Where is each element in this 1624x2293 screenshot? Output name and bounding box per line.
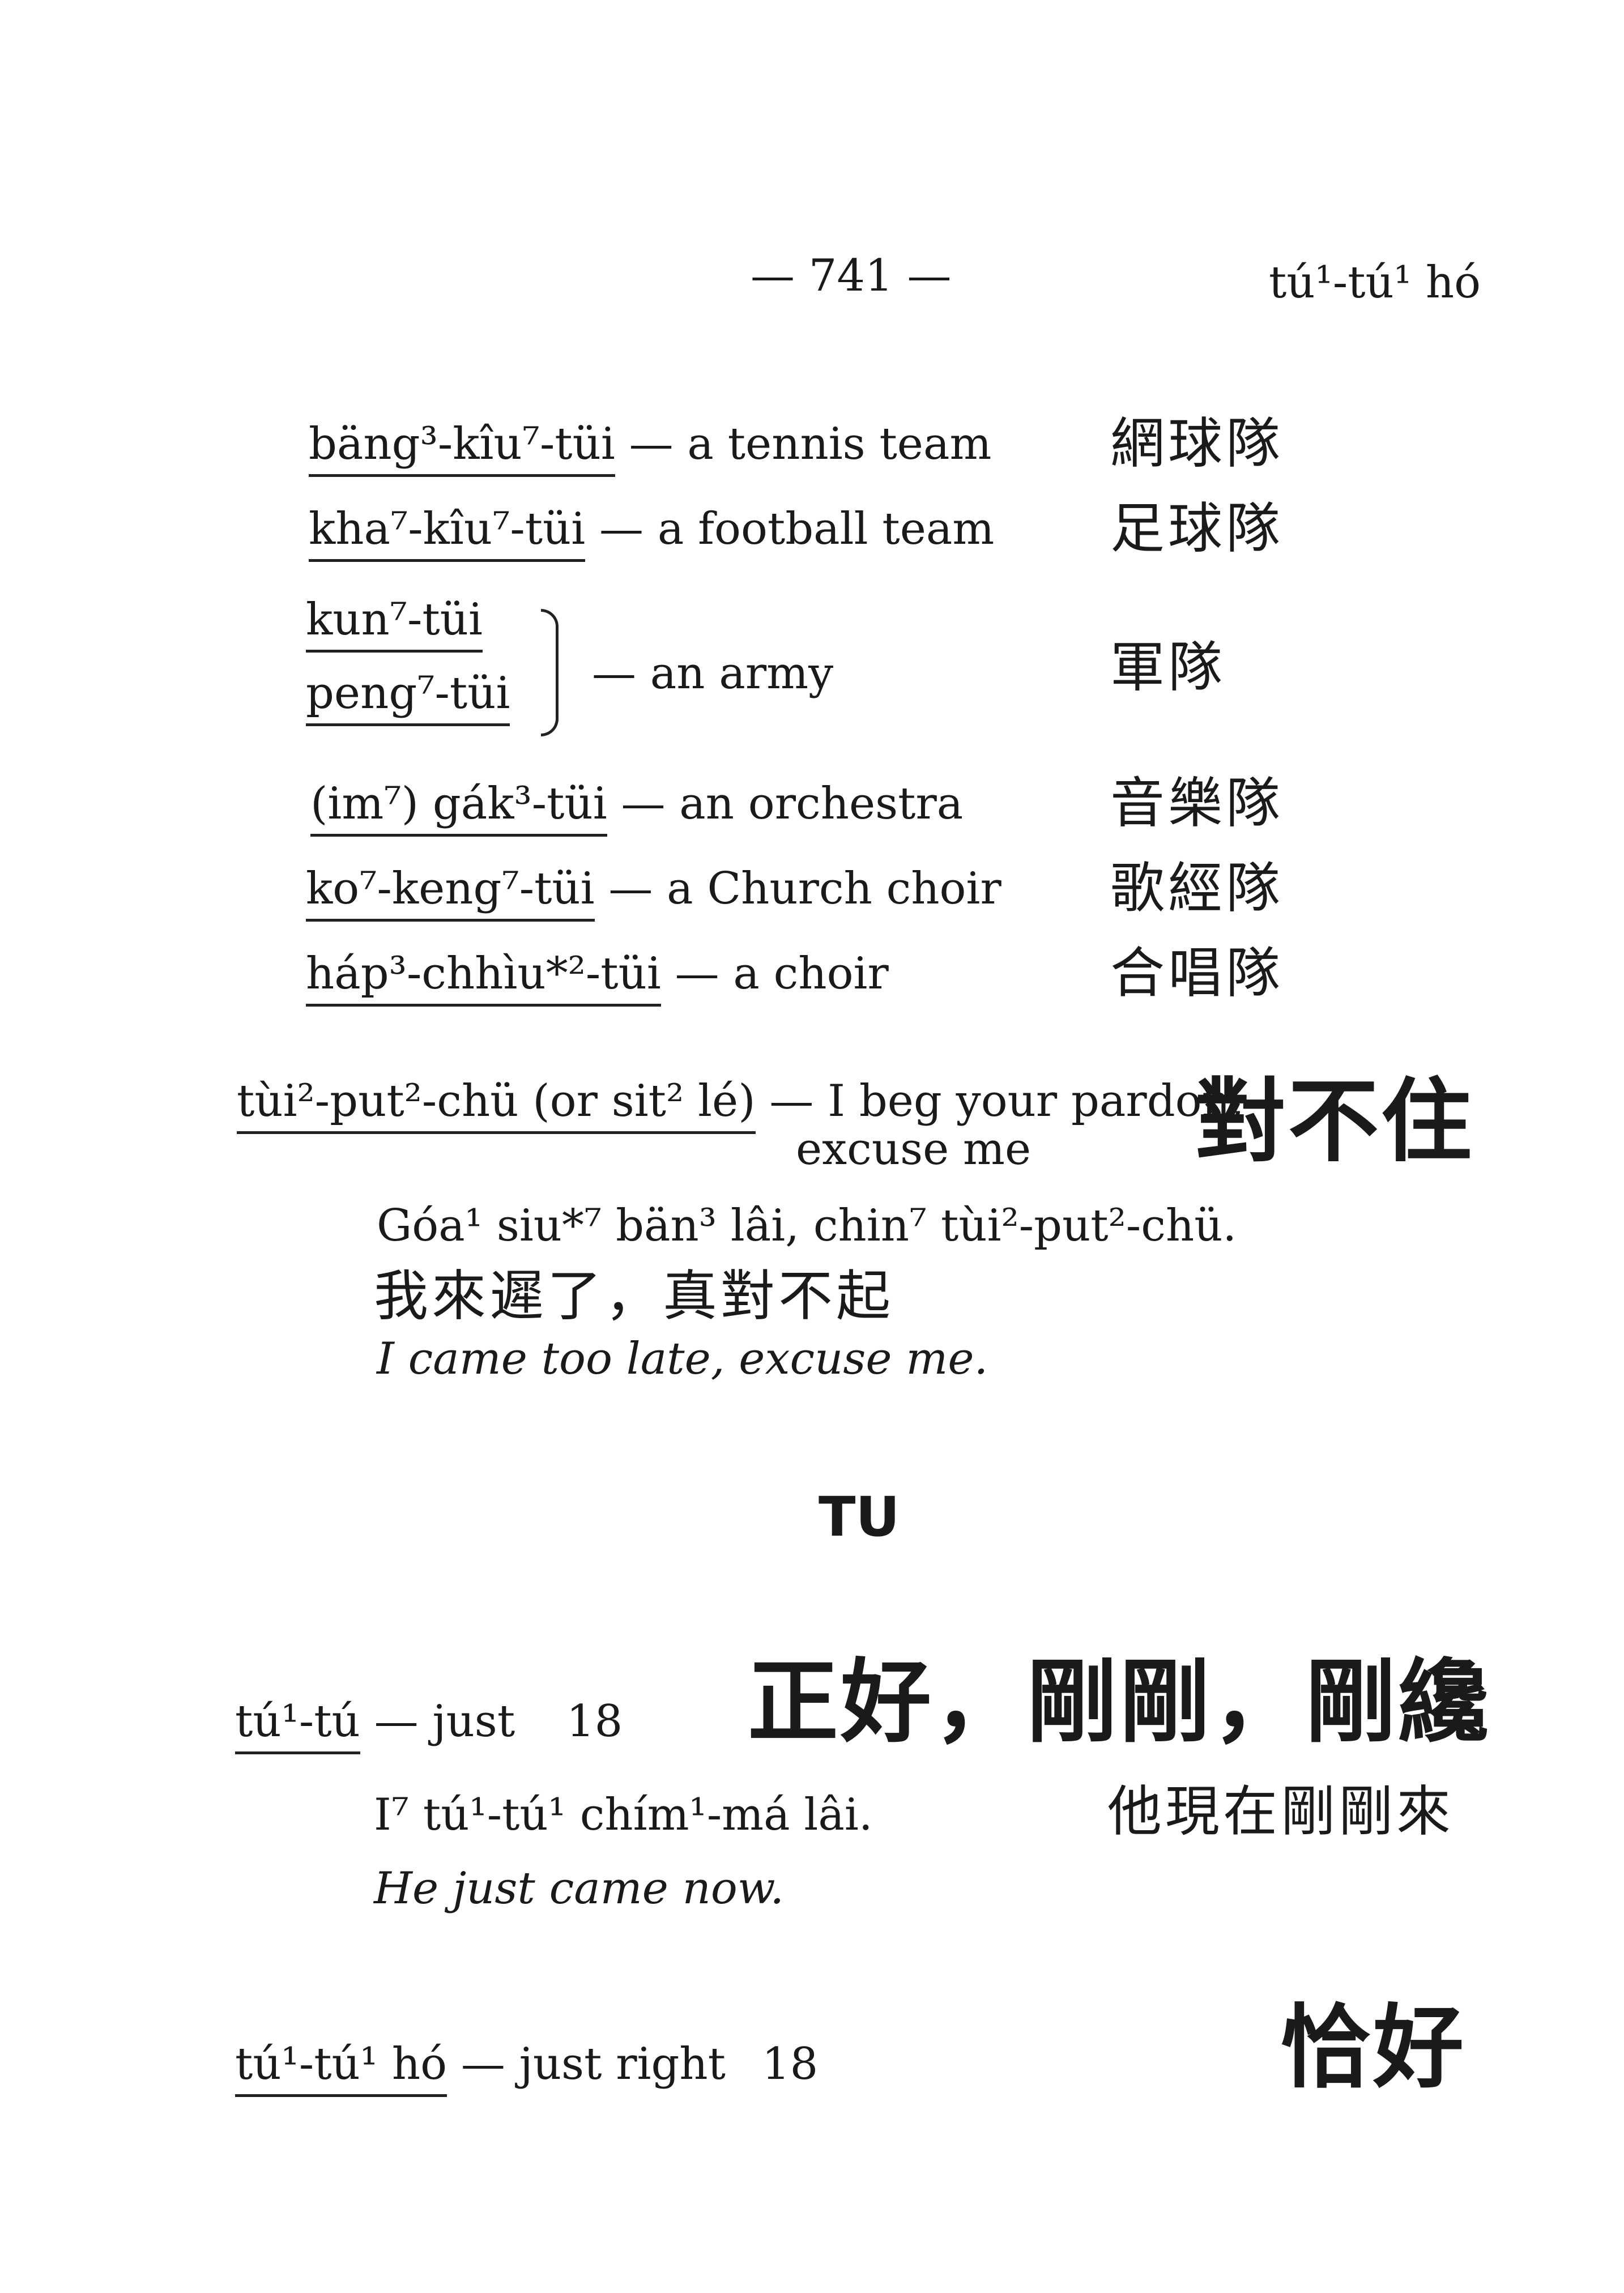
entry-gloss: — a football team: [585, 504, 995, 555]
entry-chinese: 網球隊: [1110, 412, 1284, 475]
entry-chinese: 歌經隊: [1110, 856, 1284, 920]
entry-gloss: — just: [360, 1696, 515, 1747]
tutuho-chinese: 恰好: [1280, 1994, 1467, 2100]
army-term-2: peng⁷-tüi: [306, 668, 510, 726]
tutu-chinese: 正好，剛剛，剛纔: [748, 1649, 1491, 1755]
pardon-example-romanized: Góa¹ siu*⁷ bän³ lâi, chin⁷ tùi²-put²-chü…: [377, 1200, 1237, 1251]
entry-football-team: kha⁷-kîu⁷-tüi — a football team: [309, 504, 994, 562]
entry-church-choir: ko⁷-keng⁷-tüi — a Church choir: [306, 863, 1001, 922]
entry-term: (im⁷) gák³-tüi: [310, 778, 607, 837]
entry-term: kun⁷-tüi: [306, 594, 483, 653]
tutu-example-chinese: 他現在剛剛來: [1107, 1780, 1454, 1843]
pardon-gloss-line2: excuse me: [796, 1124, 1031, 1175]
army-chinese: 軍隊: [1110, 636, 1226, 699]
entry-gloss: — a choir: [660, 948, 889, 999]
entry-term: tú¹-tú¹ hó: [235, 2039, 447, 2097]
entry-tennis-team: bäng³-kîu⁷-tüi — a tennis team: [309, 419, 991, 477]
entry-chinese: 音樂隊: [1110, 772, 1284, 835]
entry-term: peng⁷-tüi: [306, 668, 510, 726]
tutuho-ref: 18: [762, 2039, 819, 2090]
entry-term: kha⁷-kîu⁷-tüi: [309, 504, 586, 562]
entry-term: tú¹-tú: [235, 1696, 360, 1754]
tutu-example-english: He just came now.: [374, 1863, 785, 1914]
page-number: — 741 —: [751, 250, 952, 301]
entry-gloss: — a tennis team: [615, 419, 992, 470]
army-gloss: — an army: [592, 648, 834, 699]
tutu-headword: tú¹-tú — just: [235, 1696, 515, 1754]
entry-term: ko⁷-keng⁷-tüi: [306, 863, 595, 922]
tutuho-headword: tú¹-tú¹ hó — just right: [235, 2039, 726, 2097]
army-term-1: kun⁷-tüi: [306, 594, 483, 653]
entry-gloss: — a Church choir: [594, 863, 1001, 914]
pardon-headword: tùi²-put²-chü (or sit² lé) — I beg your …: [237, 1076, 1244, 1134]
pardon-example-english: I came too late, excuse me.: [377, 1333, 988, 1384]
entry-gloss: — I beg your pardon,: [755, 1076, 1244, 1127]
entry-choir: háp³-chhìu*²-tüi — a choir: [306, 948, 889, 1007]
section-heading: TU: [819, 1485, 900, 1549]
tutu-ref: 18: [566, 1696, 623, 1747]
pardon-chinese: 對不住: [1195, 1068, 1474, 1174]
entry-chinese: 足球隊: [1110, 497, 1284, 560]
entry-orchestra: (im⁷) gák³-tüi — an orchestra: [310, 778, 963, 837]
entry-term: tùi²-put²-chü (or sit² lé): [237, 1076, 756, 1134]
entry-gloss: — an orchestra: [607, 778, 964, 829]
running-head: tú¹-tú¹ hó: [1269, 257, 1481, 308]
brace: [541, 609, 559, 736]
tutu-example-romanized: I⁷ tú¹-tú¹ chím¹-má lâi.: [374, 1789, 873, 1840]
entry-term: háp³-chhìu*²-tüi: [306, 948, 661, 1007]
entry-term: bäng³-kîu⁷-tüi: [309, 419, 615, 477]
pardon-example-chinese: 我來遲了，真對不起: [374, 1264, 894, 1328]
entry-chinese: 合唱隊: [1110, 941, 1284, 1005]
entry-gloss: — just right: [447, 2039, 726, 2090]
